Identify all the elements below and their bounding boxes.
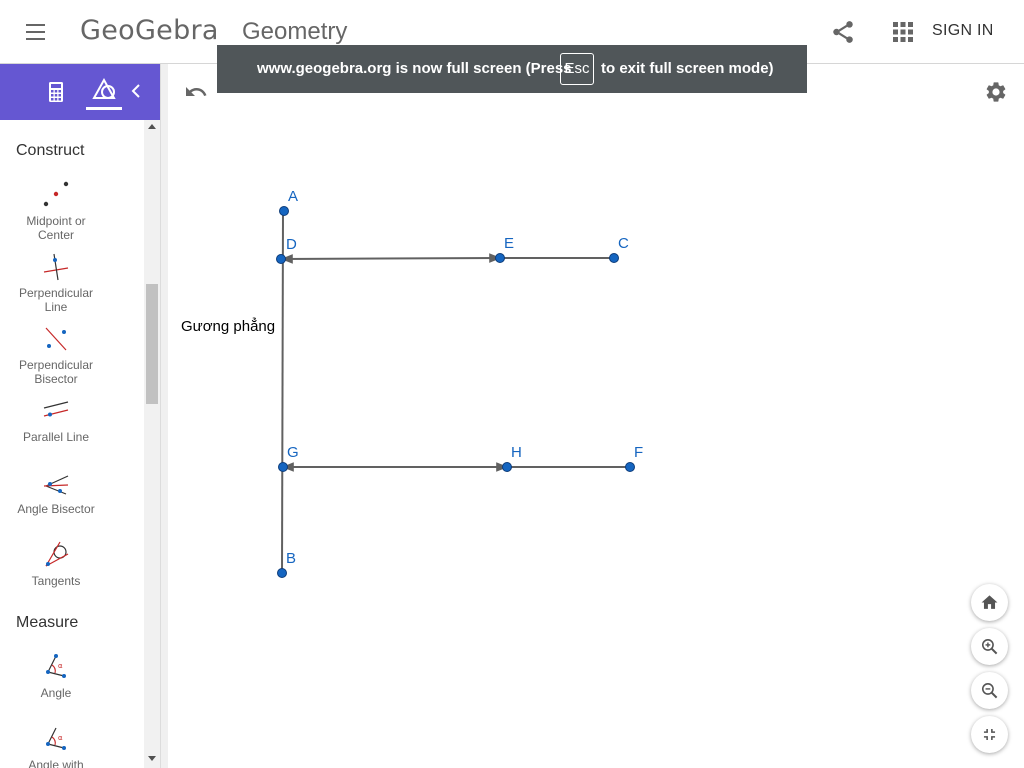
tool-label: Line xyxy=(44,300,68,314)
point-label-g: G xyxy=(287,444,299,461)
undo-icon[interactable] xyxy=(184,80,208,104)
point-label-f: F xyxy=(634,444,643,461)
fullscreen-notice-text: www.geogebra.org is now full screen (Pre… xyxy=(257,60,572,77)
point-label-e: E xyxy=(504,235,514,252)
tool-angle-fixed-size[interactable]: α Angle with xyxy=(0,722,112,768)
tool-label: Angle with xyxy=(28,758,84,768)
sign-in-button[interactable]: SIGN IN xyxy=(932,22,994,40)
tool-label: Perpendicular xyxy=(18,358,94,372)
tool-label: Bisector xyxy=(34,372,78,386)
sidebar-scrollbar[interactable] xyxy=(144,120,160,768)
zoom-in-icon xyxy=(981,638,998,655)
fullscreen-exit-icon xyxy=(983,728,996,741)
app-title: Geometry xyxy=(242,18,348,45)
sidebar-tab-bar xyxy=(0,64,160,120)
tools-sidebar: Construct Midpoint or Center Perpendicula… xyxy=(0,64,160,768)
zoom-out-button[interactable] xyxy=(971,672,1008,709)
geogebra-logo[interactable]: GeoGebra xyxy=(80,15,219,46)
home-icon xyxy=(981,595,998,609)
chevron-left-icon[interactable] xyxy=(128,81,144,101)
tool-tangents[interactable]: Tangents xyxy=(0,538,112,588)
point-label-d: D xyxy=(286,236,297,253)
point-label-b: B xyxy=(286,550,296,567)
vector-de[interactable] xyxy=(280,253,502,264)
fullscreen-notice-text-end: to exit full screen mode) xyxy=(601,60,774,77)
tool-label: Parallel Line xyxy=(22,430,90,444)
graphics-view[interactable]: A D E C G H F B Gương phẳng xyxy=(168,64,1024,768)
menu-icon[interactable] xyxy=(24,20,48,44)
exit-fullscreen-button[interactable] xyxy=(971,716,1008,753)
esc-key-badge: Esc xyxy=(560,53,594,85)
section-measure: Measure xyxy=(16,614,79,631)
angle-bisector-icon xyxy=(43,475,69,495)
tangents-icon xyxy=(45,541,69,567)
point-label-h: H xyxy=(511,444,522,461)
tool-label: Perpendicular xyxy=(18,286,94,300)
tool-label: Angle Bisector xyxy=(17,502,95,516)
tool-label: Center xyxy=(37,228,75,242)
perpendicular-bisector-icon xyxy=(45,327,67,351)
share-icon[interactable] xyxy=(830,19,856,45)
scroll-down-icon[interactable] xyxy=(148,756,156,761)
tab-tools[interactable] xyxy=(86,76,122,110)
parallel-line-icon xyxy=(43,401,69,417)
tools-panel: Construct Midpoint or Center Perpendicula… xyxy=(0,120,160,768)
section-construct: Construct xyxy=(16,142,85,159)
mirror-segment-ab[interactable] xyxy=(281,210,284,574)
panel-divider[interactable] xyxy=(160,64,168,768)
tool-perpendicular-bisector[interactable]: Perpendicular Bisector xyxy=(0,322,112,386)
tool-label: Midpoint or xyxy=(26,214,86,228)
apps-grid-icon[interactable] xyxy=(891,20,915,44)
midpoint-icon xyxy=(43,181,69,207)
perpendicular-line-icon xyxy=(43,253,69,281)
gear-icon[interactable] xyxy=(984,80,1008,104)
point-d[interactable] xyxy=(276,254,286,264)
zoom-out-icon xyxy=(981,682,998,699)
point-f[interactable] xyxy=(625,462,635,472)
tool-angle[interactable]: α Angle xyxy=(0,650,112,700)
svg-text:α: α xyxy=(58,734,63,742)
angle-fixed-size-icon: α xyxy=(46,727,66,750)
tool-label: Angle xyxy=(40,686,72,700)
tool-angle-bisector[interactable]: Angle Bisector xyxy=(0,466,112,516)
scrollbar-thumb[interactable] xyxy=(146,284,158,404)
tool-parallel-line[interactable]: Parallel Line xyxy=(0,394,112,444)
calculator-icon[interactable] xyxy=(44,80,68,104)
point-label-c: C xyxy=(618,235,629,252)
scroll-up-icon[interactable] xyxy=(148,124,156,129)
point-a[interactable] xyxy=(279,206,289,216)
fullscreen-notice: www.geogebra.org is now full screen (Pre… xyxy=(217,45,807,93)
point-label-a: A xyxy=(288,188,298,205)
tool-label: Tangents xyxy=(31,574,81,588)
point-g[interactable] xyxy=(278,462,288,472)
svg-text:α: α xyxy=(58,662,63,670)
home-button[interactable] xyxy=(971,584,1008,621)
tool-midpoint[interactable]: Midpoint or Center xyxy=(0,178,112,242)
tool-perpendicular-line[interactable]: Perpendicular Line xyxy=(0,250,112,314)
point-b[interactable] xyxy=(277,568,287,578)
geometry-tools-icon xyxy=(92,77,116,99)
point-c[interactable] xyxy=(609,253,619,263)
point-e[interactable] xyxy=(495,253,505,263)
mirror-label[interactable]: Gương phẳng xyxy=(181,317,275,335)
zoom-in-button[interactable] xyxy=(971,628,1008,665)
angle-icon: α xyxy=(46,654,66,678)
point-h[interactable] xyxy=(502,462,512,472)
